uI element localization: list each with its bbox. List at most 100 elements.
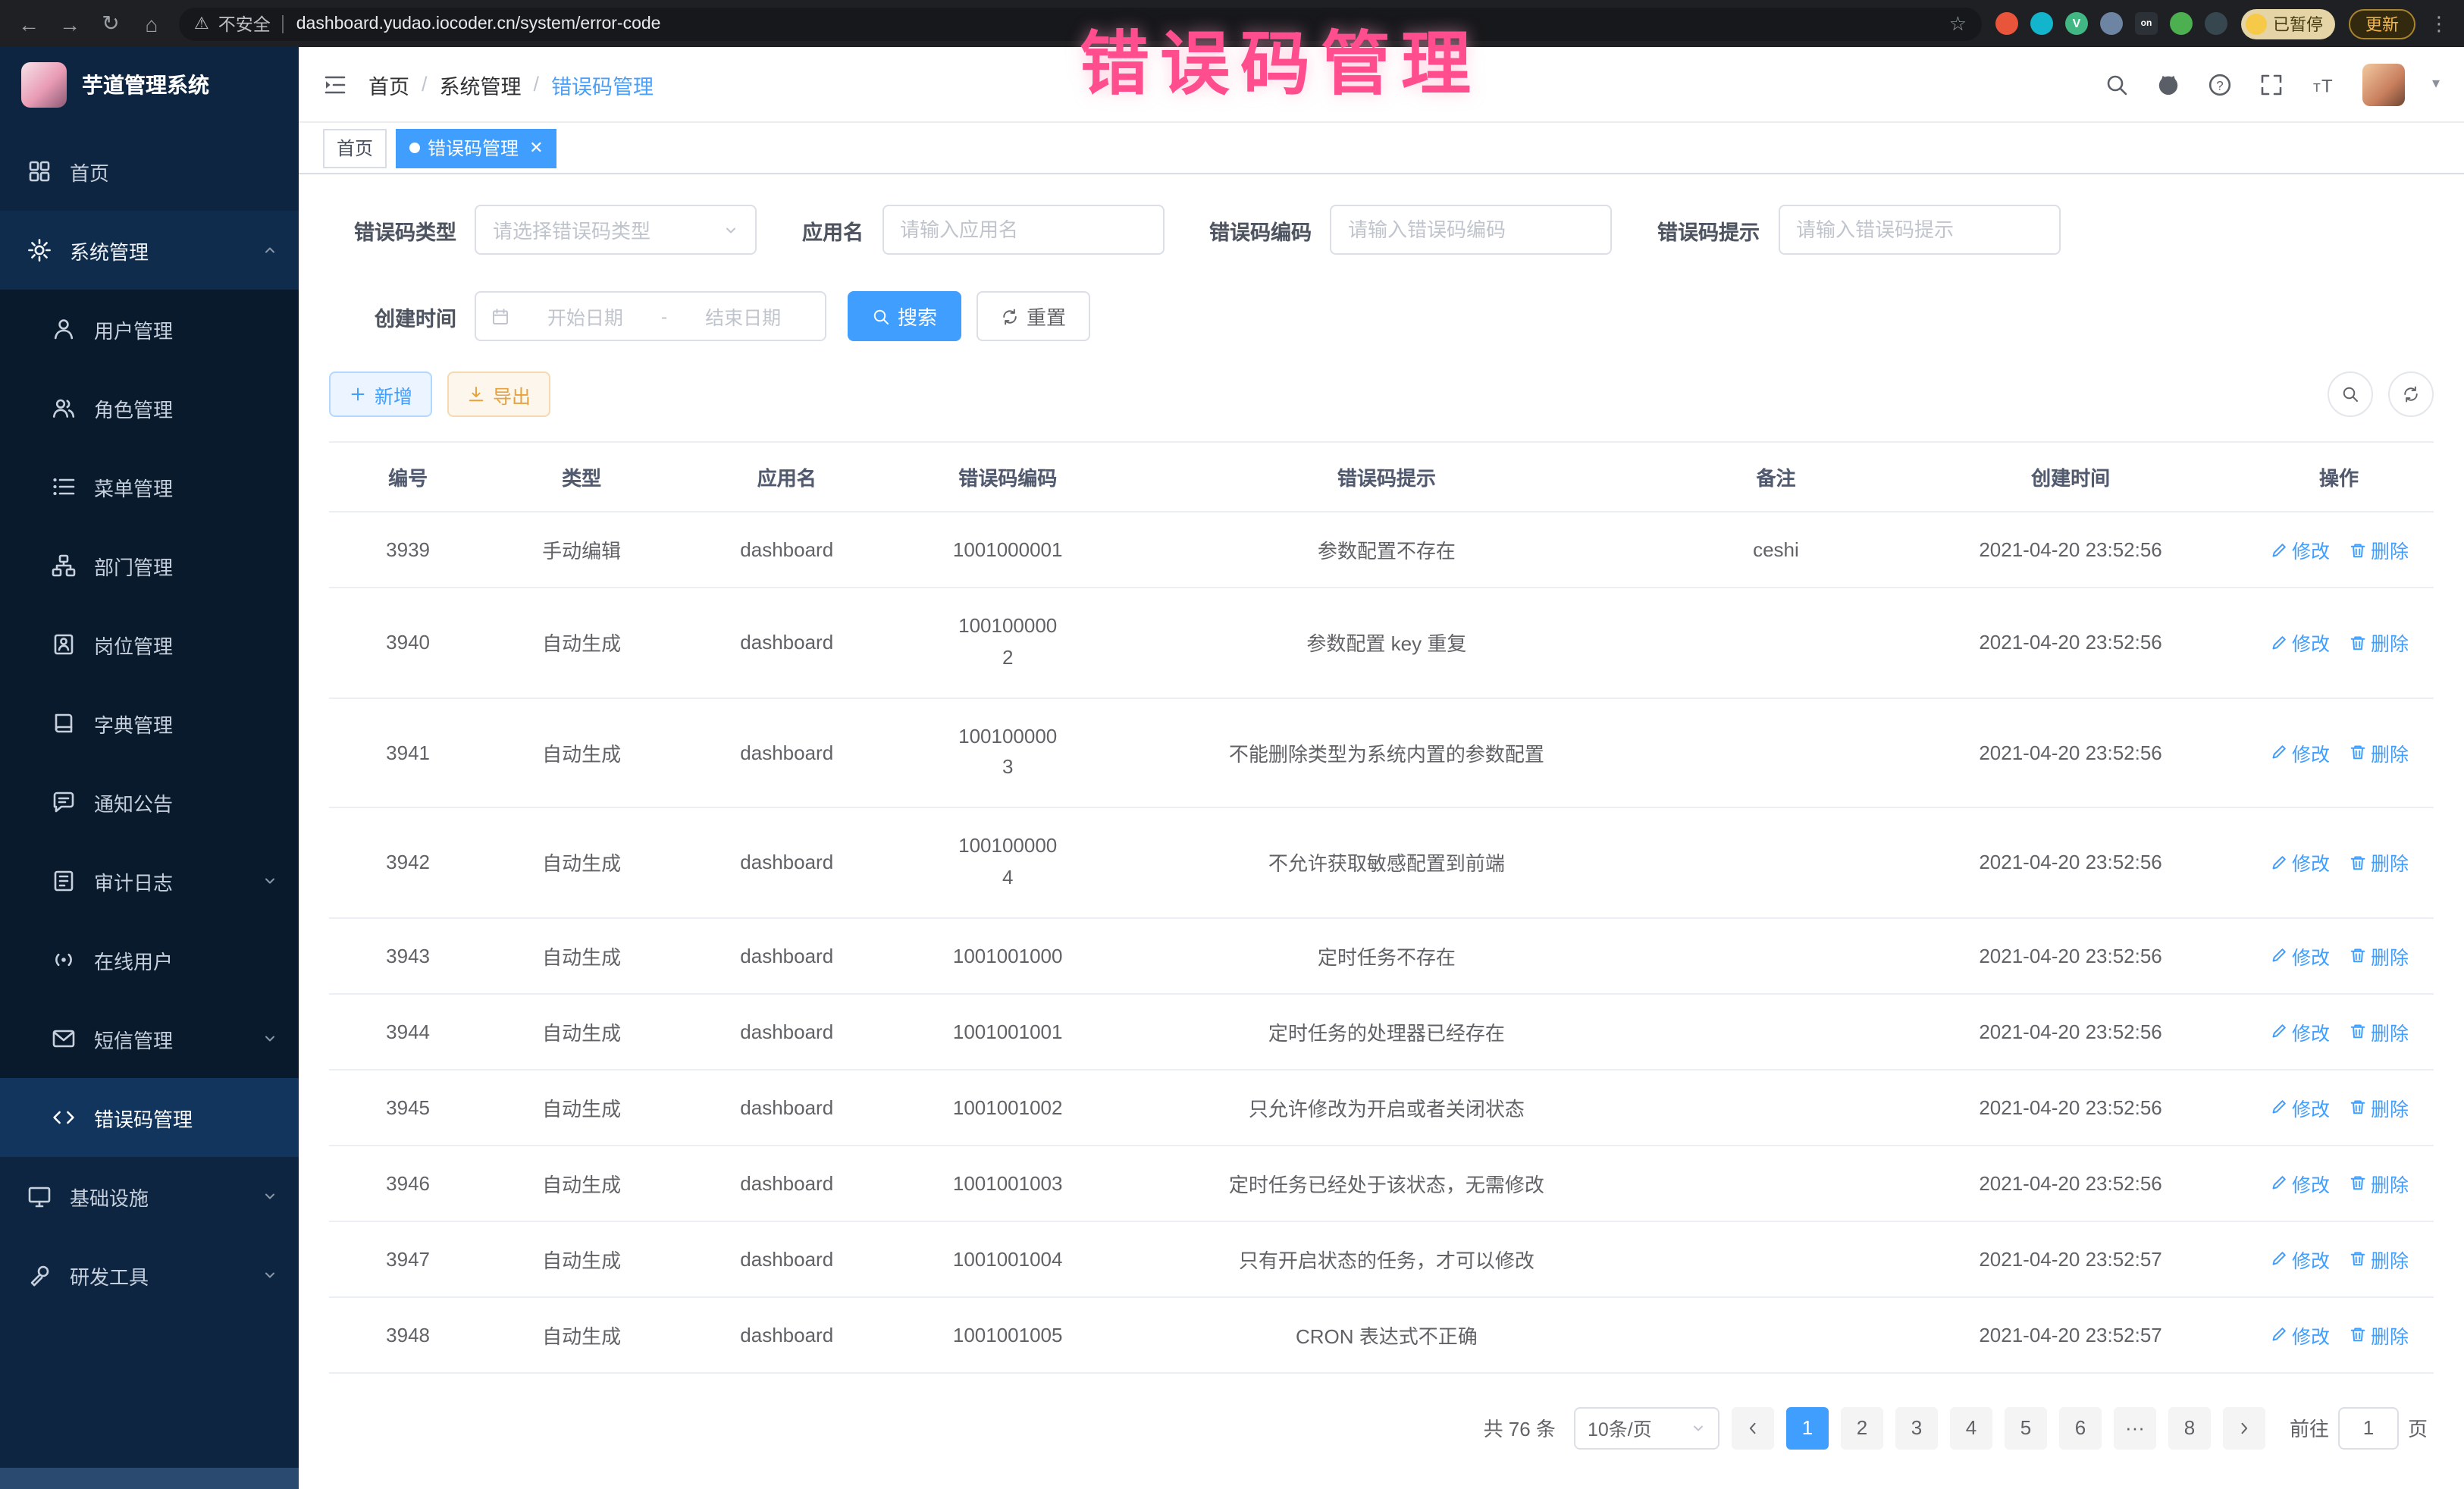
sidebar-item-system[interactable]: 系统管理	[0, 211, 299, 290]
reset-button[interactable]: 重置	[977, 291, 1090, 341]
sidebar-item-audit-log[interactable]: 审计日志	[0, 842, 299, 920]
tab-home[interactable]: 首页	[323, 128, 387, 168]
edit-icon	[2269, 1326, 2287, 1344]
extension-icon[interactable]: on	[2135, 12, 2158, 35]
edit-icon	[2269, 854, 2287, 872]
extension-icon[interactable]	[2030, 12, 2053, 35]
extension-icon[interactable]	[1995, 12, 2018, 35]
error-hint-input[interactable]	[1778, 205, 2060, 255]
sidebar-item-user-mgmt[interactable]: 用户管理	[0, 290, 299, 368]
edit-link[interactable]: 修改	[2269, 1245, 2330, 1274]
user-avatar[interactable]	[2362, 63, 2405, 105]
delete-link[interactable]: 删除	[2348, 1321, 2409, 1350]
edit-icon	[2269, 1250, 2287, 1268]
page-button-2[interactable]: 2	[1841, 1407, 1883, 1450]
add-button[interactable]: 新增	[329, 371, 432, 417]
sidebar-item-online-users[interactable]: 在线用户	[0, 920, 299, 999]
tab-close-icon[interactable]: ✕	[529, 138, 543, 158]
sidebar-item-notice[interactable]: 通知公告	[0, 763, 299, 842]
search-button[interactable]: 搜索	[848, 291, 961, 341]
edit-link[interactable]: 修改	[2269, 1093, 2330, 1122]
trash-icon	[2348, 634, 2366, 652]
header-actions: ▾	[2105, 63, 2440, 105]
font-size-icon[interactable]	[2311, 72, 2335, 96]
update-button[interactable]: 更新	[2349, 8, 2415, 39]
app-logo[interactable]: 芋道管理系统	[0, 47, 299, 123]
goto-page-input[interactable]	[2338, 1407, 2399, 1450]
book-icon	[52, 711, 76, 735]
edit-link[interactable]: 修改	[2269, 535, 2330, 564]
sidebar-item-menu-mgmt[interactable]: 菜单管理	[0, 447, 299, 526]
edit-link[interactable]: 修改	[2269, 848, 2330, 877]
delete-link[interactable]: 删除	[2348, 738, 2409, 767]
app-title: 芋道管理系统	[82, 70, 209, 100]
address-bar[interactable]: ⚠ 不安全 dashboard.yudao.iocoder.cn/system/…	[179, 7, 1982, 40]
sidebar-item-dept-mgmt[interactable]: 部门管理	[0, 526, 299, 605]
delete-link[interactable]: 删除	[2348, 1093, 2409, 1122]
delete-link[interactable]: 删除	[2348, 1017, 2409, 1046]
home-icon[interactable]: ⌂	[138, 11, 165, 36]
breadcrumb-home[interactable]: 首页	[368, 69, 409, 99]
page-button-6[interactable]: 6	[2059, 1407, 2102, 1450]
sidebar-item-post-mgmt[interactable]: 岗位管理	[0, 605, 299, 684]
prev-page-button[interactable]	[1732, 1407, 1774, 1450]
sidebar-item-infrastructure[interactable]: 基础设施	[0, 1157, 299, 1236]
github-icon[interactable]	[2156, 72, 2180, 96]
page-size-select[interactable]: 10条/页	[1574, 1407, 1719, 1450]
sidebar-item-dev-tools[interactable]: 研发工具	[0, 1236, 299, 1315]
pin-extension-icon[interactable]	[2205, 12, 2227, 35]
page-button-1[interactable]: 1	[1786, 1407, 1829, 1450]
browser-menu-icon[interactable]: ⋮	[2429, 11, 2449, 36]
more-pages-button[interactable]: ···	[2114, 1407, 2156, 1450]
breadcrumb-system[interactable]: 系统管理	[440, 69, 522, 99]
app-name-input[interactable]	[882, 205, 1164, 255]
sidebar-item-error-code[interactable]: 错误码管理	[0, 1078, 299, 1157]
refresh-table-button[interactable]	[2388, 371, 2434, 417]
chevron-left-icon	[1745, 1421, 1760, 1436]
calendar-icon	[491, 307, 509, 325]
delete-link[interactable]: 删除	[2348, 1169, 2409, 1198]
edit-link[interactable]: 修改	[2269, 1321, 2330, 1350]
error-code-input[interactable]	[1330, 205, 1612, 255]
extension-icon[interactable]	[2100, 12, 2123, 35]
page-button-8[interactable]: 8	[2168, 1407, 2211, 1450]
vue-devtools-icon[interactable]: V	[2065, 12, 2088, 35]
filter-row-2: 创建时间 开始日期 - 结束日期 搜索 重置	[329, 291, 2434, 341]
sidebar-item-dict-mgmt[interactable]: 字典管理	[0, 684, 299, 763]
edit-link[interactable]: 修改	[2269, 738, 2330, 767]
delete-link[interactable]: 删除	[2348, 629, 2409, 657]
page-button-3[interactable]: 3	[1895, 1407, 1938, 1450]
error-type-select[interactable]: 请选择错误码类型	[475, 205, 757, 255]
delete-link[interactable]: 删除	[2348, 535, 2409, 564]
reload-icon[interactable]: ↻	[97, 11, 124, 36]
forward-icon[interactable]: →	[56, 11, 83, 36]
edit-link[interactable]: 修改	[2269, 1169, 2330, 1198]
create-time-range-picker[interactable]: 开始日期 - 结束日期	[475, 291, 826, 341]
toggle-search-button[interactable]	[2328, 371, 2373, 417]
sidebar-item-sms-mgmt[interactable]: 短信管理	[0, 999, 299, 1078]
extension-icon[interactable]	[2170, 12, 2193, 35]
delete-link[interactable]: 删除	[2348, 942, 2409, 970]
sidebar-item-home[interactable]: 首页	[0, 132, 299, 211]
chevron-down-icon[interactable]: ▾	[2432, 76, 2440, 92]
delete-link[interactable]: 删除	[2348, 1245, 2409, 1274]
edit-link[interactable]: 修改	[2269, 1017, 2330, 1046]
page-button-4[interactable]: 4	[1950, 1407, 1992, 1450]
paused-badge[interactable]: 已暂停	[2241, 8, 2335, 39]
sidebar-item-role-mgmt[interactable]: 角色管理	[0, 368, 299, 447]
chevron-down-icon	[723, 222, 738, 237]
back-icon[interactable]: ←	[15, 11, 42, 36]
edit-link[interactable]: 修改	[2269, 942, 2330, 970]
export-button[interactable]: 导出	[447, 371, 550, 417]
search-icon[interactable]	[2105, 72, 2129, 96]
delete-link[interactable]: 删除	[2348, 848, 2409, 877]
tab-error-code[interactable]: 错误码管理 ✕	[396, 128, 556, 168]
edit-link[interactable]: 修改	[2269, 629, 2330, 657]
fullscreen-icon[interactable]	[2259, 72, 2284, 96]
sidebar-fold-icon[interactable]	[323, 72, 347, 96]
sidebar-collapse-bar[interactable]	[0, 1468, 299, 1489]
help-icon[interactable]	[2208, 72, 2232, 96]
bookmark-star-icon[interactable]: ☆	[1949, 11, 1967, 36]
next-page-button[interactable]	[2223, 1407, 2265, 1450]
page-button-5[interactable]: 5	[2005, 1407, 2047, 1450]
